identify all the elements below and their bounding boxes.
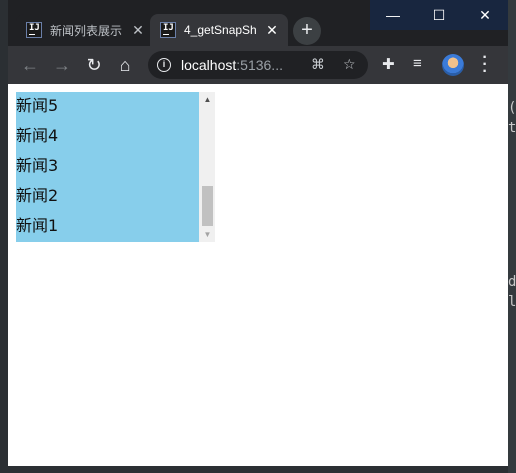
extensions-icon[interactable]: ✚ [382,55,395,73]
list-item: 新闻4 [16,126,59,145]
title-bar: IJ 新闻列表展示 ✕ IJ 4_getSnapSh ✕ + — ☐ ✕ [8,0,508,46]
tab-title: 新闻列表展示 [50,23,123,38]
url-text: localhost:5136... [181,57,283,73]
browser-toolbar: ← → ↻ ⌂ i localhost:5136... ⌘ ☆ ✚ ≡ · · · [8,46,508,84]
info-icon[interactable]: i [157,58,171,72]
tab-get-snapshot[interactable]: IJ 4_getSnapSh ✕ [150,14,288,46]
close-window-button[interactable]: ✕ [462,0,508,30]
reading-list-icon[interactable]: ≡ [413,55,422,72]
close-tab-icon[interactable]: ✕ [130,22,146,39]
scroll-down-arrow-icon[interactable]: ▼ [200,227,215,242]
url-port: :5136... [236,57,283,73]
home-icon[interactable]: ⌂ [114,54,136,76]
desktop-text: t [508,120,516,136]
reload-icon[interactable]: ↻ [83,54,105,76]
forward-arrow-icon[interactable]: → [51,54,73,76]
list-item: 新闻1 [16,216,59,235]
menu-icon[interactable]: · · · [481,50,489,80]
tab-news-list[interactable]: IJ 新闻列表展示 ✕ [16,14,154,46]
new-tab-button[interactable]: + [293,17,321,45]
list-item: 新闻2 [16,186,59,205]
news-list: 新闻5 新闻4 新闻3 新闻2 新闻1 [16,92,199,242]
desktop-text: d [508,274,516,290]
close-tab-icon[interactable]: ✕ [264,22,280,39]
vertical-scrollbar[interactable]: ▲ ▼ [200,92,215,242]
desktop-text: ( [508,100,516,116]
scrollbar-thumb[interactable] [202,186,213,226]
desktop-background [508,0,516,473]
translate-icon[interactable]: ⌘ [311,56,325,73]
intellij-favicon-icon: IJ [160,22,176,38]
browser-window: IJ 新闻列表展示 ✕ IJ 4_getSnapSh ✕ + — ☐ ✕ ← →… [8,0,508,466]
desktop-text: l [508,294,516,310]
bookmark-star-icon[interactable]: ☆ [343,56,356,73]
maximize-button[interactable]: ☐ [416,0,462,30]
url-host: localhost [181,57,237,73]
intellij-favicon-icon: IJ [26,22,42,38]
list-item: 新闻3 [16,156,59,175]
list-item: 新闻5 [16,96,59,115]
address-bar[interactable]: i localhost:5136... ⌘ ☆ [148,51,368,79]
tab-title: 4_getSnapSh [184,23,257,37]
profile-avatar[interactable] [442,54,464,76]
page-content: 新闻5 新闻4 新闻3 新闻2 新闻1 ▲ ▼ [8,84,508,466]
back-arrow-icon[interactable]: ← [19,54,41,76]
scroll-up-arrow-icon[interactable]: ▲ [200,92,215,107]
news-list-box[interactable]: 新闻5 新闻4 新闻3 新闻2 新闻1 ▲ ▼ [16,92,215,242]
minimize-button[interactable]: — [370,0,416,30]
